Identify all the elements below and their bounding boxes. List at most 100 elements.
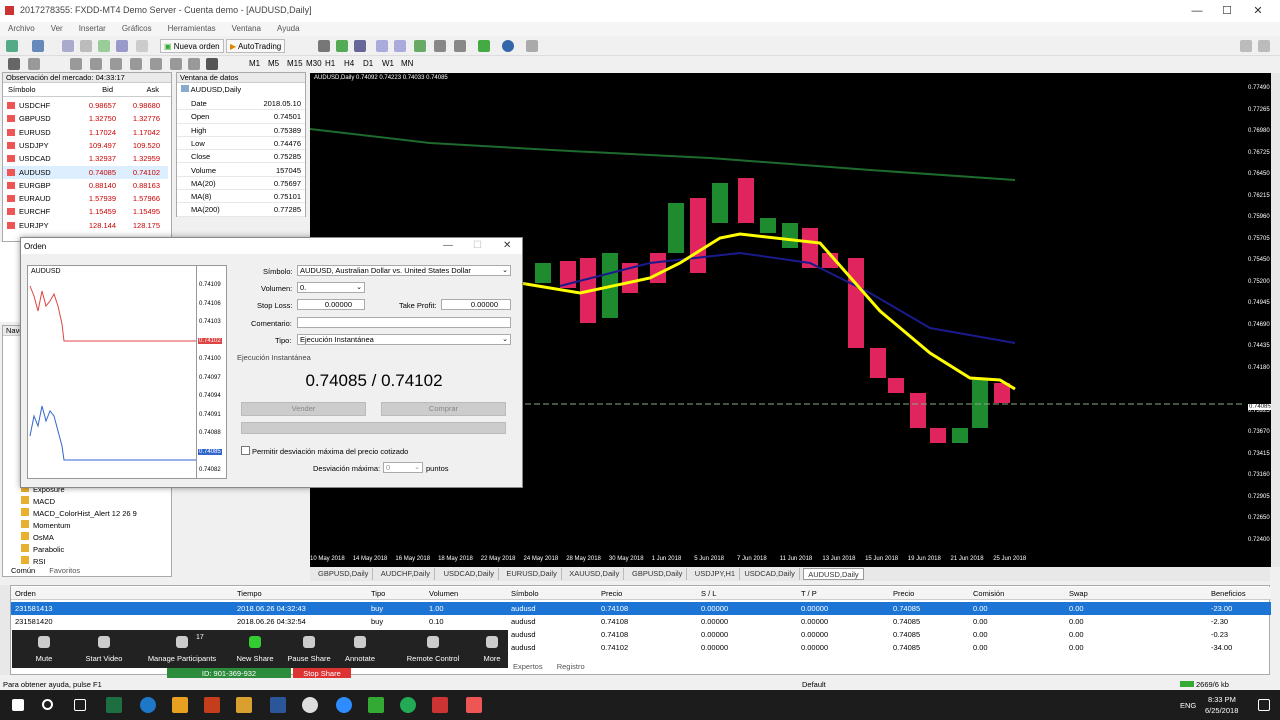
market-watch-row[interactable]: USDCAD 1.32937 1.32959 bbox=[3, 152, 168, 165]
zoom-pause-share-button[interactable]: Pause Share bbox=[284, 630, 334, 668]
trendline-icon[interactable] bbox=[90, 58, 102, 70]
period-M5[interactable]: M5 bbox=[265, 57, 282, 71]
navigator-item[interactable]: MACD_ColorHist_Alert 12 26 9 bbox=[21, 508, 171, 518]
task-view-icon[interactable] bbox=[74, 699, 86, 711]
tile-windows-icon[interactable] bbox=[414, 40, 426, 52]
periods-icon[interactable] bbox=[502, 40, 514, 52]
menu-item-0[interactable]: Archivo bbox=[0, 22, 43, 35]
buy-button[interactable]: Comprar bbox=[381, 402, 506, 416]
close-icon[interactable]: ✕ bbox=[1243, 0, 1273, 22]
auto-scroll-icon[interactable] bbox=[434, 40, 446, 52]
search-icon[interactable] bbox=[1240, 40, 1252, 52]
dialog-close-icon[interactable]: ✕ bbox=[503, 240, 511, 251]
order-row[interactable]: 231581420 2018.06.26 04:32:54 buy 0.10 audus… bbox=[11, 615, 1271, 628]
menu-item-2[interactable]: Insertar bbox=[71, 22, 114, 35]
chart-tab[interactable]: USDCAD,Daily bbox=[440, 568, 500, 580]
sell-button[interactable]: Vender bbox=[241, 402, 366, 416]
take-profit-input[interactable]: 0.00000 bbox=[441, 299, 511, 310]
period-H4[interactable]: H4 bbox=[341, 57, 357, 71]
text-icon[interactable] bbox=[150, 58, 162, 70]
zoom-start-video-button[interactable]: Start Video bbox=[76, 630, 132, 668]
period-D1[interactable]: D1 bbox=[360, 57, 376, 71]
zoom-mute-button[interactable]: Mute bbox=[26, 630, 62, 668]
indicators-icon[interactable] bbox=[478, 40, 490, 52]
menu-item-5[interactable]: Ventana bbox=[224, 22, 269, 35]
market-watch-icon[interactable] bbox=[62, 40, 74, 52]
maximize-icon[interactable]: ☐ bbox=[1212, 0, 1242, 22]
hline-icon[interactable] bbox=[70, 58, 82, 70]
shapes-icon[interactable] bbox=[206, 58, 218, 70]
zoom-remote-control-button[interactable]: Remote Control bbox=[396, 630, 470, 668]
templates-icon[interactable] bbox=[526, 40, 538, 52]
market-watch-row[interactable]: EURUSD 1.17024 1.17042 bbox=[3, 126, 168, 139]
menu-item-3[interactable]: Gráficos bbox=[114, 22, 160, 35]
dialog-minimize-icon[interactable]: — bbox=[443, 240, 453, 251]
comment-input[interactable] bbox=[297, 317, 511, 328]
line-chart-icon[interactable] bbox=[354, 40, 366, 52]
market-watch-row[interactable]: EURAUD 1.57939 1.57966 bbox=[3, 192, 168, 205]
terminal-icon[interactable] bbox=[116, 40, 128, 52]
type-select[interactable]: Ejecución Instantánea ⌄ bbox=[297, 334, 511, 345]
chart-tab[interactable]: XAUUSD,Daily bbox=[565, 568, 625, 580]
recorder-icon[interactable] bbox=[466, 697, 482, 713]
right-scrollbar[interactable] bbox=[1271, 73, 1280, 567]
data-window-icon[interactable] bbox=[80, 40, 92, 52]
period-M1[interactable]: M1 bbox=[246, 57, 263, 71]
arrows-icon[interactable] bbox=[188, 58, 200, 70]
market-watch-row[interactable]: GBPUSD 1.32750 1.32776 bbox=[3, 112, 168, 125]
stop-loss-input[interactable]: 0.00000 bbox=[297, 299, 365, 310]
navigator-icon[interactable] bbox=[98, 40, 110, 52]
notification-icon[interactable] bbox=[1258, 699, 1270, 711]
app-green-icon[interactable] bbox=[400, 697, 416, 713]
chart-tab[interactable]: USDCAD,Daily bbox=[740, 568, 800, 580]
chrome-icon[interactable] bbox=[302, 697, 318, 713]
crosshair-icon[interactable] bbox=[28, 58, 40, 70]
zoom-annotate-button[interactable]: Annotate bbox=[340, 630, 380, 668]
powerpoint-icon[interactable] bbox=[204, 697, 220, 713]
period-MN[interactable]: MN bbox=[398, 57, 416, 71]
tab-journal[interactable]: Registro bbox=[551, 662, 591, 671]
zoom-app-icon[interactable] bbox=[336, 697, 352, 713]
chart-tab[interactable]: GBPUSD,Daily bbox=[628, 568, 688, 580]
candlestick-icon[interactable] bbox=[336, 40, 348, 52]
autotrading-button[interactable]: ▶ AutoTrading bbox=[226, 39, 286, 53]
navigator-item[interactable]: Parabolic bbox=[21, 544, 171, 554]
explorer-icon[interactable] bbox=[172, 697, 188, 713]
volume-input[interactable]: 0. ⌄ bbox=[297, 282, 365, 293]
deviation-checkbox[interactable] bbox=[241, 446, 250, 455]
folder-icon[interactable] bbox=[236, 697, 252, 713]
new-chart-icon[interactable] bbox=[6, 40, 18, 52]
chart-tab[interactable]: GBPUSD,Daily bbox=[314, 568, 374, 580]
zoom-new-share-button[interactable]: New Share bbox=[234, 630, 276, 668]
metatrader-icon[interactable] bbox=[432, 697, 448, 713]
windows-start-icon[interactable] bbox=[12, 699, 24, 711]
bar-chart-icon[interactable] bbox=[318, 40, 330, 52]
tester-icon[interactable] bbox=[136, 40, 148, 52]
profiles-icon[interactable] bbox=[32, 40, 44, 52]
chart-tab[interactable]: AUDCHF,Daily bbox=[377, 568, 435, 580]
cursor-icon[interactable] bbox=[8, 58, 20, 70]
minimize-icon[interactable]: — bbox=[1182, 0, 1212, 22]
period-H1[interactable]: H1 bbox=[322, 57, 338, 71]
tab-experts[interactable]: Expertos bbox=[507, 662, 549, 671]
navigator-item[interactable]: RSI bbox=[21, 556, 171, 566]
market-watch-row[interactable]: EURJPY 128.144 128.175 bbox=[3, 219, 168, 232]
order-row[interactable]: 231581413 2018.06.26 04:32:43 buy 1.00 audus… bbox=[11, 602, 1271, 615]
market-watch-row[interactable]: USDCHF 0.98657 0.98680 bbox=[3, 99, 168, 112]
tab-common[interactable]: Común bbox=[5, 566, 42, 575]
chart-shift-icon[interactable] bbox=[454, 40, 466, 52]
menu-item-6[interactable]: Ayuda bbox=[269, 22, 308, 35]
deviation-input[interactable]: 0 ⌄ bbox=[383, 462, 423, 473]
excel-icon[interactable] bbox=[106, 697, 122, 713]
chat-icon[interactable] bbox=[1258, 40, 1270, 52]
market-watch-row[interactable]: EURCHF 1.15459 1.15495 bbox=[3, 205, 168, 218]
chart-tab[interactable]: USDJPY,H1 bbox=[691, 568, 741, 580]
search-taskbar-icon[interactable] bbox=[42, 699, 53, 710]
zoom-manage-participants-button[interactable]: Manage Participants bbox=[134, 630, 230, 668]
market-watch-row[interactable]: USDJPY 109.497 109.520 bbox=[3, 139, 168, 152]
edge-icon[interactable] bbox=[140, 697, 156, 713]
chart-tab[interactable]: AUDUSD,Daily bbox=[803, 568, 864, 580]
menu-item-1[interactable]: Ver bbox=[43, 22, 71, 35]
navigator-item[interactable]: OsMA bbox=[21, 532, 171, 542]
word-icon[interactable] bbox=[270, 697, 286, 713]
